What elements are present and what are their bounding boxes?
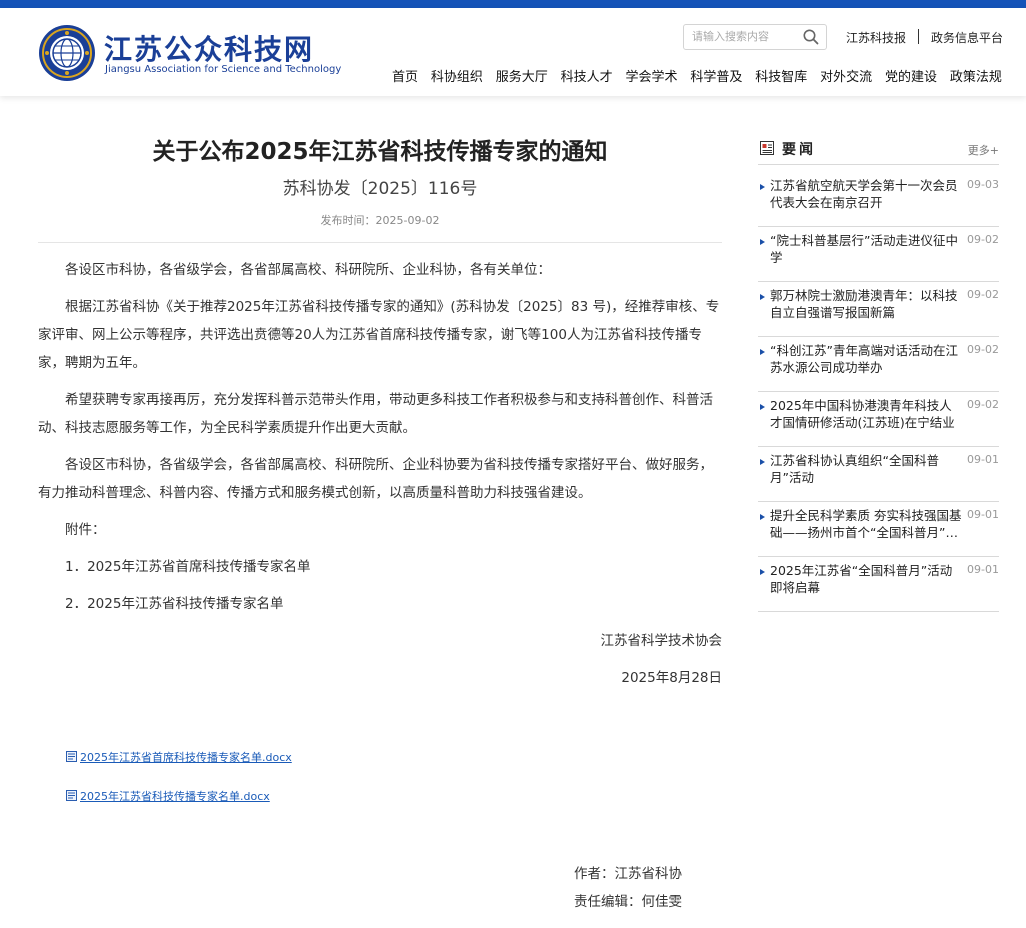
news-date: 09-01	[967, 563, 999, 576]
document-number: 苏科协发〔2025〕116号	[282, 179, 478, 199]
bullet-arrow-icon	[760, 239, 765, 245]
search-input[interactable]	[692, 28, 792, 44]
bullet-arrow-icon	[760, 404, 765, 410]
sidebar-title: 要闻	[782, 142, 816, 158]
news-icon	[760, 141, 774, 155]
bullet-arrow-icon	[760, 459, 765, 465]
attachment-link-chief-experts[interactable]: 2025年江苏省首席科技传播专家名单.docx	[66, 749, 292, 765]
nav-item-party-building[interactable]: 党的建设	[885, 66, 937, 86]
nav-item-popular-science[interactable]: 科学普及	[690, 66, 742, 86]
issue-date: 2025年8月28日	[621, 670, 722, 686]
news-list-item[interactable]: 2025年中国科协港澳青年科技人才国情研修活动(江苏班)在宁结业 09-02	[758, 392, 999, 447]
jast-emblem-icon[interactable]	[38, 24, 96, 82]
sidebar-header: 要闻 更多+	[758, 134, 999, 165]
nav-item-service-hall[interactable]: 服务大厅	[496, 66, 548, 86]
article-paragraph: 根据江苏省科协《关于推荐2025年江苏省科技传播专家的通知》(苏科协发〔2025…	[38, 299, 720, 371]
document-icon	[66, 751, 77, 762]
nav-item-external-exchange[interactable]: 对外交流	[820, 66, 872, 86]
news-title[interactable]: 2025年中国科协港澳青年科技人才国情研修活动(江苏班)在宁结业	[770, 397, 962, 431]
article-paragraph: 各设区市科协，各省级学会，各省部属高校、科研院所、企业科协，各有关单位：	[65, 262, 551, 278]
nav-item-organization[interactable]: 科协组织	[431, 66, 483, 86]
news-date: 09-02	[967, 233, 999, 246]
nav-item-talent[interactable]: 科技人才	[561, 66, 613, 86]
news-list-item[interactable]: “院士科普基层行”活动走进仪征中学 09-02	[758, 227, 999, 282]
link-jiangsu-sci-tech-daily[interactable]: 江苏科技报	[846, 29, 906, 46]
nav-item-home[interactable]: 首页	[392, 66, 418, 86]
bullet-arrow-icon	[760, 569, 765, 575]
news-title[interactable]: 江苏省航空航天学会第十一次会员代表大会在南京召开	[770, 177, 962, 211]
news-date: 09-02	[967, 398, 999, 411]
site-logo-subtitle: Jiangsu Association for Science and Tech…	[105, 64, 342, 75]
news-title[interactable]: “科创江苏”青年高端对话活动在江苏水源公司成功举办	[770, 342, 962, 376]
article-editor: 责任编辑：何佳雯	[574, 894, 682, 910]
attachment-link-text[interactable]: 2025年江苏省科技传播专家名单.docx	[80, 790, 270, 803]
news-title[interactable]: “院士科普基层行”活动走进仪征中学	[770, 232, 962, 266]
search-icon[interactable]	[802, 28, 820, 46]
news-list-item[interactable]: 提升全民科学素质 夯实科技强国基础——扬州市首个“全国科普月”启动 09-01	[758, 502, 999, 557]
bullet-arrow-icon	[760, 349, 765, 355]
news-date: 09-02	[967, 343, 999, 356]
news-list: 江苏省航空航天学会第十一次会员代表大会在南京召开 09-03 “院士科普基层行”…	[758, 172, 999, 612]
link-government-info-platform[interactable]: 政务信息平台	[931, 29, 1003, 46]
bullet-arrow-icon	[760, 514, 765, 520]
news-list-item[interactable]: 郭万林院士激励港澳青年：以科技自立自强谱写报国新篇 09-02	[758, 282, 999, 337]
title-divider	[38, 242, 722, 243]
top-link-divider	[918, 29, 919, 44]
news-title[interactable]: 提升全民科学素质 夯实科技强国基础——扬州市首个“全国科普月”启动	[770, 507, 962, 541]
bullet-arrow-icon	[760, 294, 765, 300]
news-title[interactable]: 郭万林院士激励港澳青年：以科技自立自强谱写报国新篇	[770, 287, 962, 321]
news-date: 09-01	[967, 508, 999, 521]
news-list-item[interactable]: “科创江苏”青年高端对话活动在江苏水源公司成功举办 09-02	[758, 337, 999, 392]
attachment-label: 附件：	[65, 522, 106, 538]
site-header: 江苏公众科技网 Jiangsu Association for Science …	[0, 8, 1026, 96]
attachment-list-item: 2．2025年江苏省科技传播专家名单	[65, 596, 284, 612]
news-list-item[interactable]: 江苏省科协认真组织“全国科普月”活动 09-01	[758, 447, 999, 502]
article-title: 关于公布2025年江苏省科技传播专家的通知	[152, 139, 608, 165]
nav-item-think-tank[interactable]: 科技智库	[755, 66, 807, 86]
news-title[interactable]: 2025年江苏省“全国科普月”活动即将启幕	[770, 562, 962, 596]
publish-date: 发布时间：2025-09-02	[320, 214, 440, 227]
attachment-list-item: 1．2025年江苏省首席科技传播专家名单	[65, 559, 311, 575]
search-box	[683, 24, 827, 50]
news-list-item[interactable]: 2025年江苏省“全国科普月”活动即将启幕 09-01	[758, 557, 999, 612]
attachment-link-text[interactable]: 2025年江苏省首席科技传播专家名单.docx	[80, 751, 292, 764]
article-paragraph: 希望获聘专家再接再厉，充分发挥科普示范带头作用，带动更多科技工作者积极参与和支持…	[38, 392, 713, 436]
top-accent-bar	[0, 0, 1026, 8]
news-list-item[interactable]: 江苏省航空航天学会第十一次会员代表大会在南京召开 09-03	[758, 172, 999, 227]
nav-item-academic[interactable]: 学会学术	[626, 66, 678, 86]
document-icon	[66, 790, 77, 801]
sidebar-more-link[interactable]: 更多+	[968, 142, 999, 158]
main-nav: 首页 科协组织 服务大厅 科技人才 学会学术 科学普及 科技智库 对外交流 党的…	[392, 66, 1002, 86]
article-body: 各设区市科协，各省级学会，各省部属高校、科研院所、企业科协，各有关单位： 根据江…	[38, 256, 722, 701]
news-title[interactable]: 江苏省科协认真组织“全国科普月”活动	[770, 452, 962, 486]
article-author: 作者：江苏省科协	[574, 866, 682, 882]
site-logo-title[interactable]: 江苏公众科技网	[104, 28, 314, 68]
news-date: 09-03	[967, 178, 999, 191]
attachment-link-experts[interactable]: 2025年江苏省科技传播专家名单.docx	[66, 788, 270, 804]
nav-item-policies[interactable]: 政策法规	[950, 66, 1002, 86]
issuer: 江苏省科学技术协会	[600, 633, 723, 649]
news-date: 09-02	[967, 288, 999, 301]
news-date: 09-01	[967, 453, 999, 466]
article-paragraph: 各设区市科协，各省级学会，各省部属高校、科研院所、企业科协要为省科技传播专家搭好…	[38, 457, 713, 501]
bullet-arrow-icon	[760, 184, 765, 190]
